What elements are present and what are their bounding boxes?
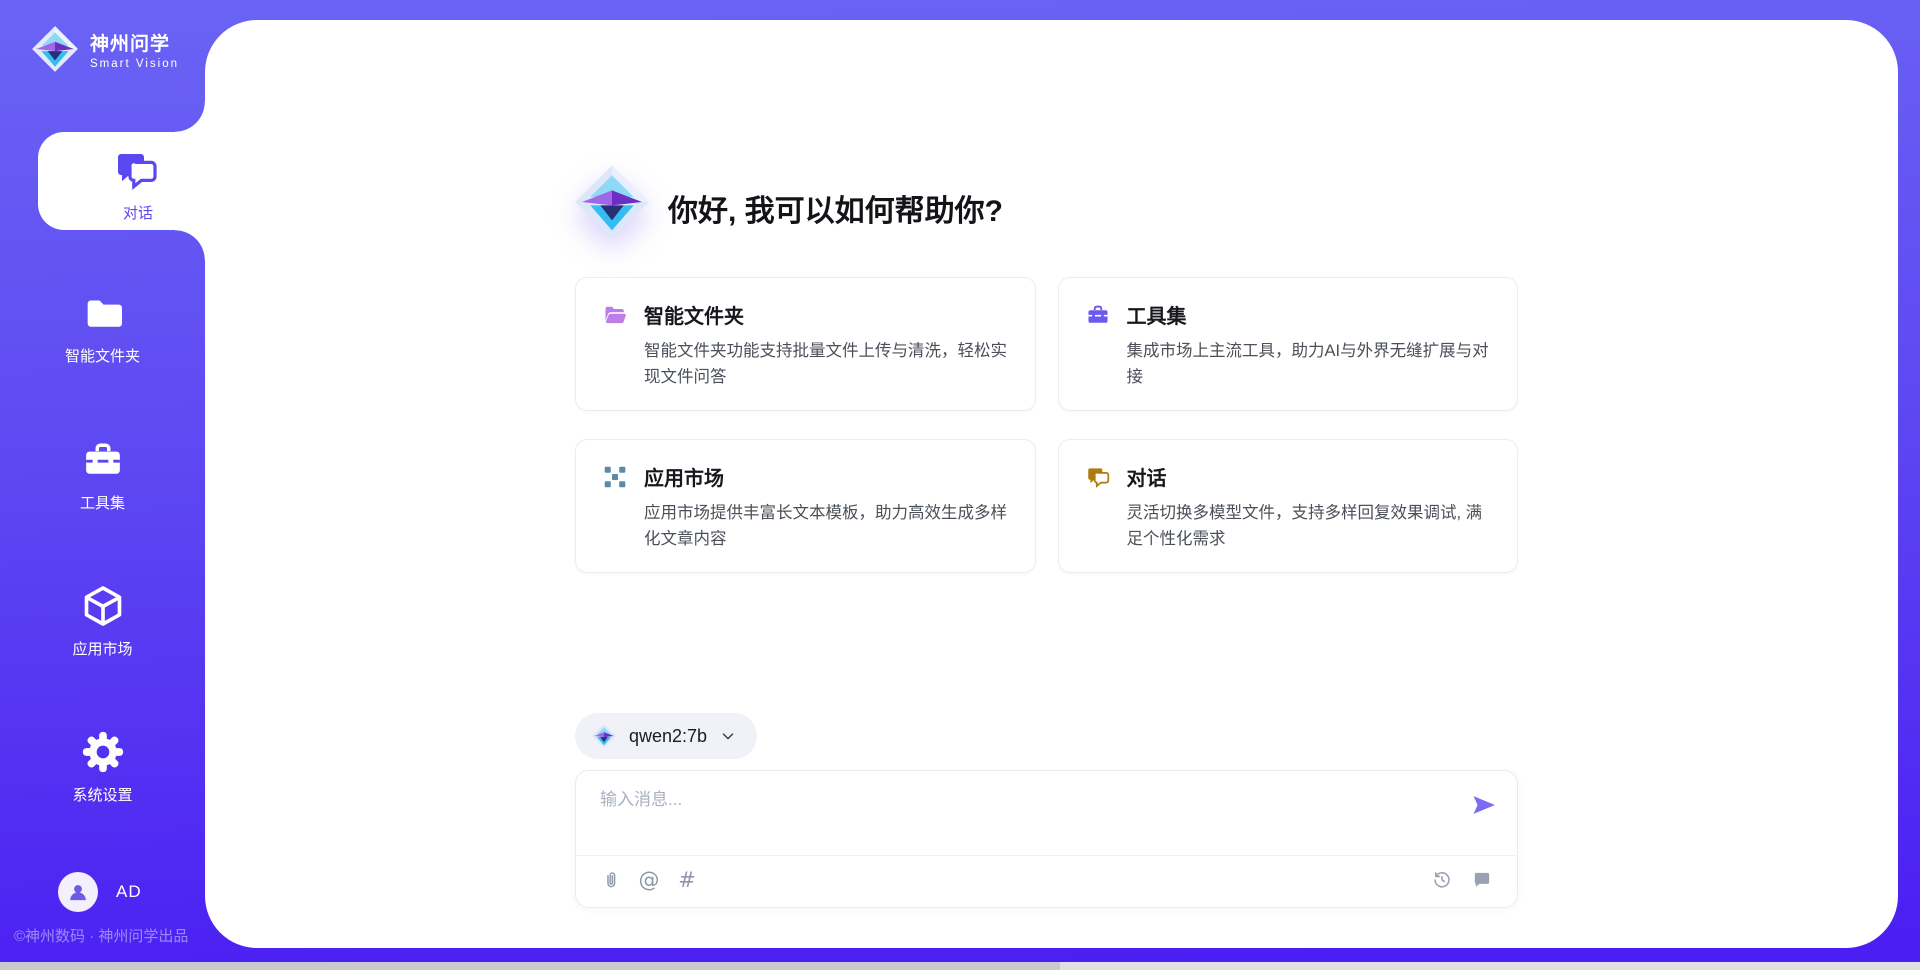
model-name: qwen2:7b [629, 726, 707, 747]
sidebar-item-label: 对话 [38, 202, 238, 223]
card-description: 集成市场上主流工具，助力AI与外界无缝扩展与对接 [1127, 339, 1494, 390]
sidebar-item-label: 工具集 [80, 492, 125, 513]
folder-icon [80, 290, 126, 336]
horizontal-scrollbar[interactable] [0, 962, 1920, 970]
person-icon [65, 879, 91, 905]
chat-bubbles-icon [1085, 464, 1111, 490]
sidebar-item-toolbox[interactable]: 工具集 [0, 437, 205, 513]
toolbox-icon [80, 437, 126, 483]
history-button[interactable] [1429, 867, 1455, 893]
model-gem-icon [591, 723, 617, 749]
sidebar-item-settings[interactable]: 系统设置 [0, 729, 205, 805]
copyright-text: ©神州数码 · 神州问学出品 [14, 925, 188, 946]
folder-open-icon [602, 302, 628, 328]
user-chip[interactable]: AD [58, 872, 142, 912]
at-icon: @ [639, 870, 660, 891]
topic-button[interactable]: # [674, 867, 700, 893]
brand-subtitle: Smart Vision [90, 58, 179, 70]
sidebar-item-smart-folder[interactable]: 智能文件夹 [0, 290, 205, 366]
feedback-button[interactable] [1469, 867, 1495, 893]
attach-button[interactable] [598, 867, 624, 893]
avatar [58, 872, 98, 912]
cube-icon [80, 583, 126, 629]
gear-icon [80, 729, 126, 775]
card-title: 工具集 [1127, 300, 1494, 329]
composer-divider [576, 855, 1517, 856]
card-title: 对话 [1127, 462, 1494, 491]
page-title: 你好, 我可以如何帮助你? [668, 186, 1003, 230]
sidebar-item-chat[interactable]: 对话 [38, 132, 205, 230]
card-description: 应用市场提供丰富长文本模板，助力高效生成多样化文章内容 [644, 501, 1011, 552]
brand-logo: 神州问学 Smart Vision [30, 24, 179, 74]
tab-curve-top [175, 102, 205, 132]
sidebar-item-label: 系统设置 [72, 784, 132, 805]
chevron-down-icon [719, 727, 737, 745]
comment-icon [1471, 869, 1493, 891]
card-description: 智能文件夹功能支持批量文件上传与清洗，轻松实现文件问答 [644, 339, 1011, 390]
user-name: AD [116, 882, 142, 902]
send-button[interactable] [1469, 791, 1499, 821]
feature-cards: 智能文件夹 智能文件夹功能支持批量文件上传与清洗，轻松实现文件问答 工具集 集成… [575, 277, 1518, 573]
tab-curve-bottom [175, 230, 205, 260]
history-icon [1431, 869, 1453, 891]
card-app-market[interactable]: 应用市场 应用市场提供丰富长文本模板，助力高效生成多样化文章内容 [575, 439, 1036, 573]
chat-bubbles-icon [112, 146, 160, 194]
hash-icon: # [678, 870, 696, 891]
composer-toolbar: @ # [598, 867, 1495, 893]
card-title: 智能文件夹 [644, 300, 1011, 329]
app-window: 神州问学 Smart Vision 对话 智能文件夹 工具集 [0, 0, 1920, 970]
card-smart-folder[interactable]: 智能文件夹 智能文件夹功能支持批量文件上传与清洗，轻松实现文件问答 [575, 277, 1036, 411]
model-selector[interactable]: qwen2:7b [575, 713, 757, 759]
card-toolbox[interactable]: 工具集 集成市场上主流工具，助力AI与外界无缝扩展与对接 [1058, 277, 1519, 411]
message-input[interactable] [600, 785, 1440, 841]
brand-gem-icon [30, 24, 80, 74]
toolbox-icon [1085, 302, 1111, 328]
composer: @ # [575, 770, 1518, 908]
sidebar-item-app-market[interactable]: 应用市场 [0, 583, 205, 659]
card-chat[interactable]: 对话 灵活切换多模型文件，支持多样回复效果调试, 满足个性化需求 [1058, 439, 1519, 573]
grid-icon [602, 464, 628, 490]
send-icon [1470, 791, 1498, 819]
card-description: 灵活切换多模型文件，支持多样回复效果调试, 满足个性化需求 [1127, 501, 1494, 552]
sidebar-item-label: 应用市场 [72, 638, 132, 659]
card-title: 应用市场 [644, 462, 1011, 491]
mention-button[interactable]: @ [636, 867, 662, 893]
paperclip-icon [600, 869, 622, 891]
scrollbar-thumb[interactable] [0, 962, 1060, 970]
hero-gem-icon [572, 162, 652, 242]
brand-name: 神州问学 [90, 29, 179, 56]
sidebar-item-label: 智能文件夹 [65, 345, 140, 366]
